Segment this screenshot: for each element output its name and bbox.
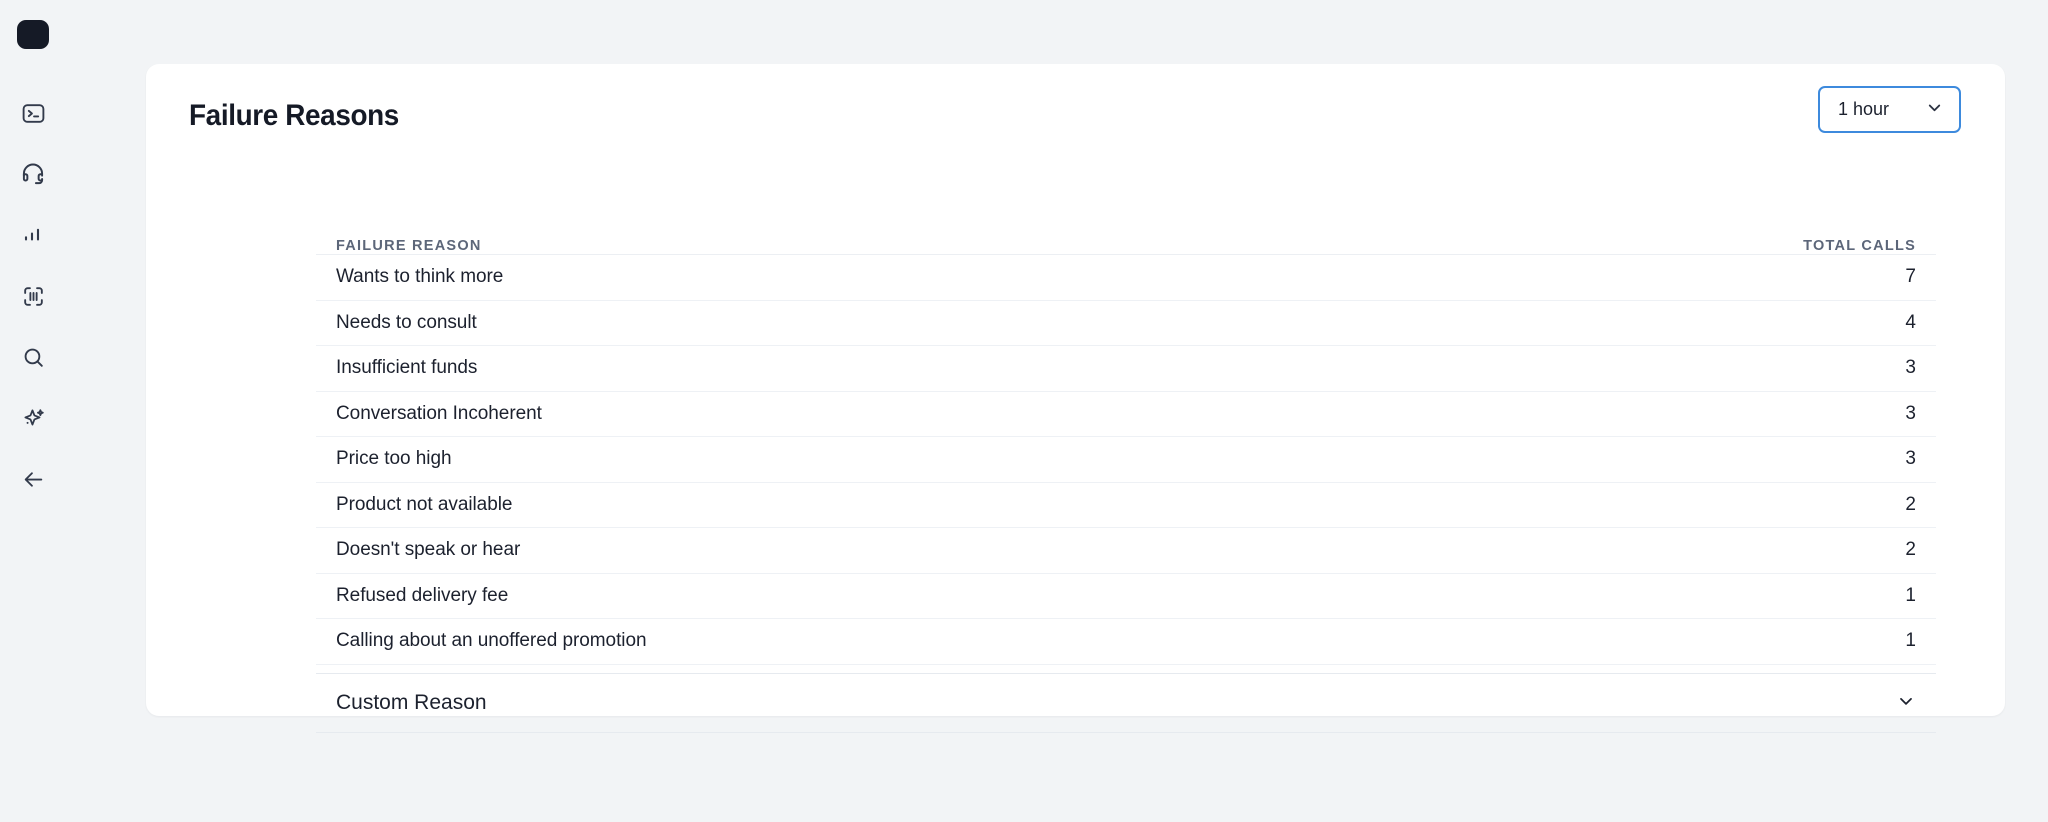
sidebar-item-calls[interactable] bbox=[11, 158, 55, 190]
table-row[interactable]: Product not available 2 bbox=[316, 483, 1936, 528]
scan-icon bbox=[21, 284, 46, 309]
cell-total-calls: 1 bbox=[1905, 584, 1916, 606]
cell-failure-reason: Price too high bbox=[336, 448, 452, 470]
table-row[interactable]: Wants to think more 7 bbox=[316, 255, 1936, 301]
sparkles-icon bbox=[21, 406, 46, 431]
time-range-value: 1 hour bbox=[1838, 99, 1890, 119]
chevron-down-icon[interactable] bbox=[1896, 691, 1916, 716]
page-title: Failure Reasons bbox=[189, 99, 399, 132]
cell-total-calls: 7 bbox=[1905, 266, 1916, 288]
table-row[interactable]: Calling about an unoffered promotion 1 bbox=[316, 619, 1936, 665]
table-row[interactable]: Conversation Incoherent 3 bbox=[316, 392, 1936, 437]
sidebar-item-back[interactable] bbox=[11, 463, 55, 495]
cell-total-calls: 3 bbox=[1905, 357, 1916, 379]
sidebar-item-scan[interactable] bbox=[11, 280, 55, 312]
cell-total-calls: 2 bbox=[1905, 493, 1916, 515]
arrow-left-icon bbox=[21, 467, 46, 492]
cell-failure-reason: Calling about an unoffered promotion bbox=[336, 630, 647, 652]
cell-failure-reason: Doesn't speak or hear bbox=[336, 539, 521, 561]
sidebar-item-terminal[interactable] bbox=[11, 97, 55, 129]
column-header-total-calls: TOTAL CALLS bbox=[1803, 238, 1916, 254]
cell-failure-reason: Insufficient funds bbox=[336, 357, 478, 379]
custom-reason-row[interactable]: Custom Reason bbox=[316, 673, 1936, 733]
sidebar-item-analytics[interactable] bbox=[11, 219, 55, 251]
cell-total-calls: 3 bbox=[1905, 448, 1916, 470]
cell-total-calls: 4 bbox=[1905, 311, 1916, 333]
cell-total-calls: 3 bbox=[1905, 402, 1916, 424]
cell-failure-reason: Product not available bbox=[336, 493, 513, 515]
table-row[interactable]: Doesn't speak or hear 2 bbox=[316, 528, 1936, 574]
failure-reasons-card: Failure Reasons 1 hour FAILURE REASON TO… bbox=[146, 64, 2005, 733]
chevron-down-icon bbox=[1925, 98, 1944, 122]
column-header-failure-reason: FAILURE REASON bbox=[336, 238, 482, 254]
table-header-row: FAILURE REASON TOTAL CALLS bbox=[316, 219, 1936, 255]
headset-icon bbox=[20, 161, 46, 187]
time-range-select[interactable]: 1 hour bbox=[1818, 86, 1961, 133]
sidebar-item-ai[interactable] bbox=[11, 402, 55, 434]
sidebar bbox=[0, 0, 66, 822]
cell-failure-reason: Needs to consult bbox=[336, 311, 477, 333]
sidebar-item-search[interactable] bbox=[11, 341, 55, 373]
cell-failure-reason: Wants to think more bbox=[336, 266, 504, 288]
table-row[interactable]: Price too high 3 bbox=[316, 437, 1936, 483]
failure-reasons-table: FAILURE REASON TOTAL CALLS Wants to thin… bbox=[316, 219, 1936, 665]
custom-reason-label: Custom Reason bbox=[336, 691, 487, 714]
cell-failure-reason: Refused delivery fee bbox=[336, 584, 509, 606]
card-header: Failure Reasons 1 hour bbox=[146, 64, 2005, 158]
table-row[interactable]: Refused delivery fee 1 bbox=[316, 574, 1936, 619]
app-logo[interactable] bbox=[17, 20, 49, 49]
table-row[interactable]: Needs to consult 4 bbox=[316, 301, 1936, 346]
sidebar-nav bbox=[0, 97, 66, 495]
cell-failure-reason: Conversation Incoherent bbox=[336, 402, 542, 424]
table-body: Wants to think more 7 Needs to consult 4 Ins… bbox=[316, 255, 1936, 665]
terminal-icon bbox=[21, 101, 46, 126]
bar-chart-icon bbox=[21, 223, 45, 247]
cell-total-calls: 1 bbox=[1905, 630, 1916, 652]
search-icon bbox=[21, 345, 46, 370]
table-row[interactable]: Insufficient funds 3 bbox=[316, 346, 1936, 392]
cell-total-calls: 2 bbox=[1905, 539, 1916, 561]
